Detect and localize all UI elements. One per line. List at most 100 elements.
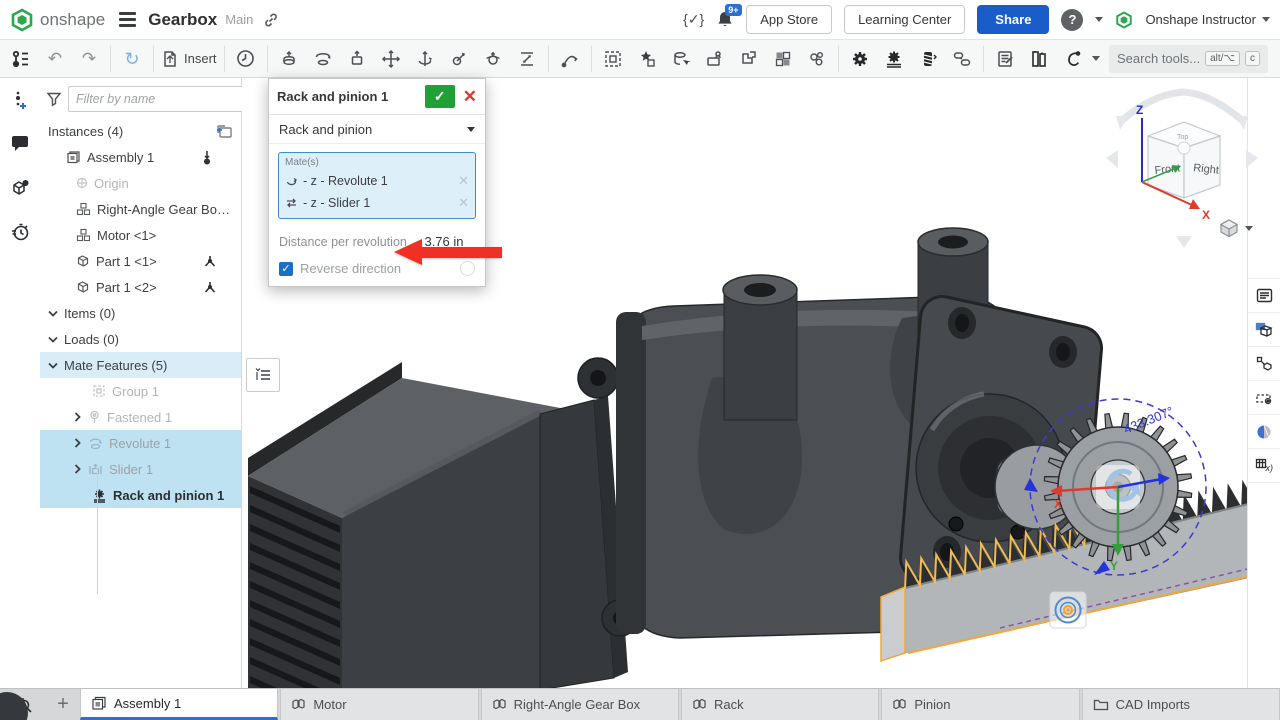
- tree-row-rack-and-pinion1[interactable]: Rack and pinion 1: [40, 482, 241, 508]
- tab-rack[interactable]: Rack: [681, 689, 879, 720]
- new-tab-button[interactable]: +: [46, 689, 80, 720]
- redo-button[interactable]: ↷: [72, 44, 106, 74]
- view-cube-faces[interactable]: Top Front Right: [1148, 122, 1220, 198]
- group-tool-icon[interactable]: [596, 44, 630, 74]
- motor-model[interactable]: [248, 358, 638, 688]
- appearances-icon[interactable]: [800, 44, 834, 74]
- account-menu[interactable]: Onshape Instructor: [1145, 12, 1270, 27]
- tree-row-fastened1[interactable]: Fastened 1: [40, 404, 241, 430]
- panel-notes-icon[interactable]: [1248, 279, 1280, 313]
- items-section-header[interactable]: Items (0): [40, 300, 241, 326]
- gear-relation-icon[interactable]: [843, 44, 877, 74]
- bom-icon[interactable]: [988, 44, 1022, 74]
- tab-cad-imports[interactable]: CAD Imports: [1082, 689, 1280, 720]
- learning-center-button[interactable]: Learning Center: [844, 5, 965, 34]
- loads-section-header[interactable]: Loads (0): [40, 326, 241, 352]
- belt-relation-icon[interactable]: [945, 44, 979, 74]
- cancel-button[interactable]: ✕: [463, 88, 477, 105]
- tree-row-motor[interactable]: Motor <1>: [40, 222, 241, 248]
- panel-appearance-icon[interactable]: [1248, 415, 1280, 449]
- display-states-icon[interactable]: [766, 44, 800, 74]
- mates-selection-box[interactable]: Mate(s) - z - Revolute 1 ✕ - z - Slider …: [278, 152, 476, 219]
- notifications-bell-icon[interactable]: 9+: [716, 10, 734, 29]
- branch-name[interactable]: Main: [225, 12, 253, 27]
- exploded-view-icon[interactable]: [630, 44, 664, 74]
- parts-help-panel-icon[interactable]: ?: [0, 166, 40, 210]
- instances-flyout-button[interactable]: [246, 358, 280, 392]
- mate-features-section-header[interactable]: Mate Features (5): [40, 352, 241, 378]
- help-button[interactable]: ?: [1061, 9, 1083, 31]
- assembly-structure-icon[interactable]: [4, 44, 38, 74]
- document-menu-icon[interactable]: [119, 12, 136, 27]
- history-stopwatch-icon[interactable]: [0, 210, 40, 254]
- tree-row-slider1[interactable]: Slider 1: [40, 456, 241, 482]
- confirm-button[interactable]: ✓: [425, 85, 455, 108]
- link-icon[interactable]: [263, 12, 279, 28]
- share-button[interactable]: Share: [977, 5, 1049, 34]
- app-store-button[interactable]: App Store: [746, 5, 832, 34]
- chevron-down-icon[interactable]: [48, 308, 58, 318]
- panel-configurations-icon[interactable]: [1248, 313, 1280, 347]
- comments-panel-icon[interactable]: [0, 122, 40, 166]
- insert-instance-icon[interactable]: [216, 124, 233, 139]
- mate-entry-revolute[interactable]: - z - Revolute 1 ✕: [285, 170, 469, 192]
- revolute-mate-icon[interactable]: [306, 44, 340, 74]
- pin-slot-mate-icon[interactable]: [442, 44, 476, 74]
- mate-connector-icon[interactable]: [553, 44, 587, 74]
- cylindrical-mate-icon[interactable]: [408, 44, 442, 74]
- relation-type-dropdown[interactable]: Rack and pinion: [269, 115, 485, 144]
- remove-mate-icon[interactable]: ✕: [458, 195, 469, 211]
- onshape-logo-icon[interactable]: [10, 8, 34, 32]
- undo-button[interactable]: ↶: [38, 44, 72, 74]
- snap-mode-icon[interactable]: [1056, 44, 1090, 74]
- tree-row-part1[interactable]: Part 1 <1>: [40, 248, 241, 274]
- mate-connector-panel-icon[interactable]: [0, 78, 40, 122]
- chevron-right-icon[interactable]: [72, 438, 82, 448]
- fastened-mate-icon[interactable]: [272, 44, 306, 74]
- panel-custom-tables-icon[interactable]: x): [1248, 449, 1280, 483]
- insert-in-context-icon[interactable]: [698, 44, 732, 74]
- view-options-button[interactable]: [1218, 218, 1253, 238]
- fixed-anchor-icon[interactable]: [201, 150, 213, 165]
- snap-mode-caret-icon[interactable]: [1092, 56, 1100, 61]
- remove-mate-icon[interactable]: ✕: [458, 173, 469, 189]
- filter-funnel-icon[interactable]: [46, 91, 62, 107]
- tree-row-group1[interactable]: Group 1: [40, 378, 241, 404]
- tab-assembly-1[interactable]: Assembly 1: [80, 689, 278, 720]
- parallel-mate-icon[interactable]: [510, 44, 544, 74]
- chevron-right-icon[interactable]: [72, 464, 82, 474]
- filter-input[interactable]: [68, 86, 247, 112]
- help-caret-icon[interactable]: [1095, 17, 1103, 22]
- panel-sketch-icon[interactable]: [1248, 381, 1280, 415]
- external-parts-icon[interactable]: [732, 44, 766, 74]
- planar-mate-icon[interactable]: [374, 44, 408, 74]
- interference-icon[interactable]: [1022, 44, 1056, 74]
- slider-mate-icon[interactable]: [340, 44, 374, 74]
- mate-entry-slider[interactable]: - z - Slider 1 ✕: [285, 192, 469, 214]
- revert-clock-icon[interactable]: [229, 44, 263, 74]
- tree-row-assembly[interactable]: Assembly 1: [40, 144, 241, 170]
- chevron-down-icon[interactable]: [48, 334, 58, 344]
- chevron-down-icon[interactable]: [48, 360, 58, 370]
- named-positions-icon[interactable]: [664, 44, 698, 74]
- screw-relation-icon[interactable]: [911, 44, 945, 74]
- tab-pinion[interactable]: Pinion: [881, 689, 1079, 720]
- tab-right-angle-gear-box[interactable]: Right-Angle Gear Box: [481, 689, 679, 720]
- chevron-right-icon[interactable]: [72, 412, 82, 422]
- ball-mate-icon[interactable]: [476, 44, 510, 74]
- panel-derived-icon[interactable]: [1248, 347, 1280, 381]
- tree-row-origin[interactable]: Origin: [40, 170, 241, 196]
- feature-script-icon[interactable]: {✓}: [683, 11, 704, 28]
- tree-row-gearbox[interactable]: Right-Angle Gear Box ...: [40, 196, 241, 222]
- tree-row-revolute1[interactable]: Revolute 1: [40, 430, 241, 456]
- distance-input[interactable]: 3.76 in: [413, 233, 475, 251]
- insert-button[interactable]: Insert: [158, 44, 220, 74]
- instances-section-header[interactable]: Instances (4): [40, 118, 241, 144]
- reverse-direction-checkbox[interactable]: ✓: [279, 262, 293, 276]
- document-title[interactable]: Gearbox: [148, 10, 217, 30]
- search-tools-box[interactable]: Search tools... alt/⌥ c: [1109, 45, 1268, 73]
- tab-motor[interactable]: Motor: [280, 689, 478, 720]
- rack-pinion-relation-icon[interactable]: [877, 44, 911, 74]
- rollback-refresh-button[interactable]: ↻: [115, 44, 149, 74]
- tree-row-part2[interactable]: Part 1 <2>: [40, 274, 241, 300]
